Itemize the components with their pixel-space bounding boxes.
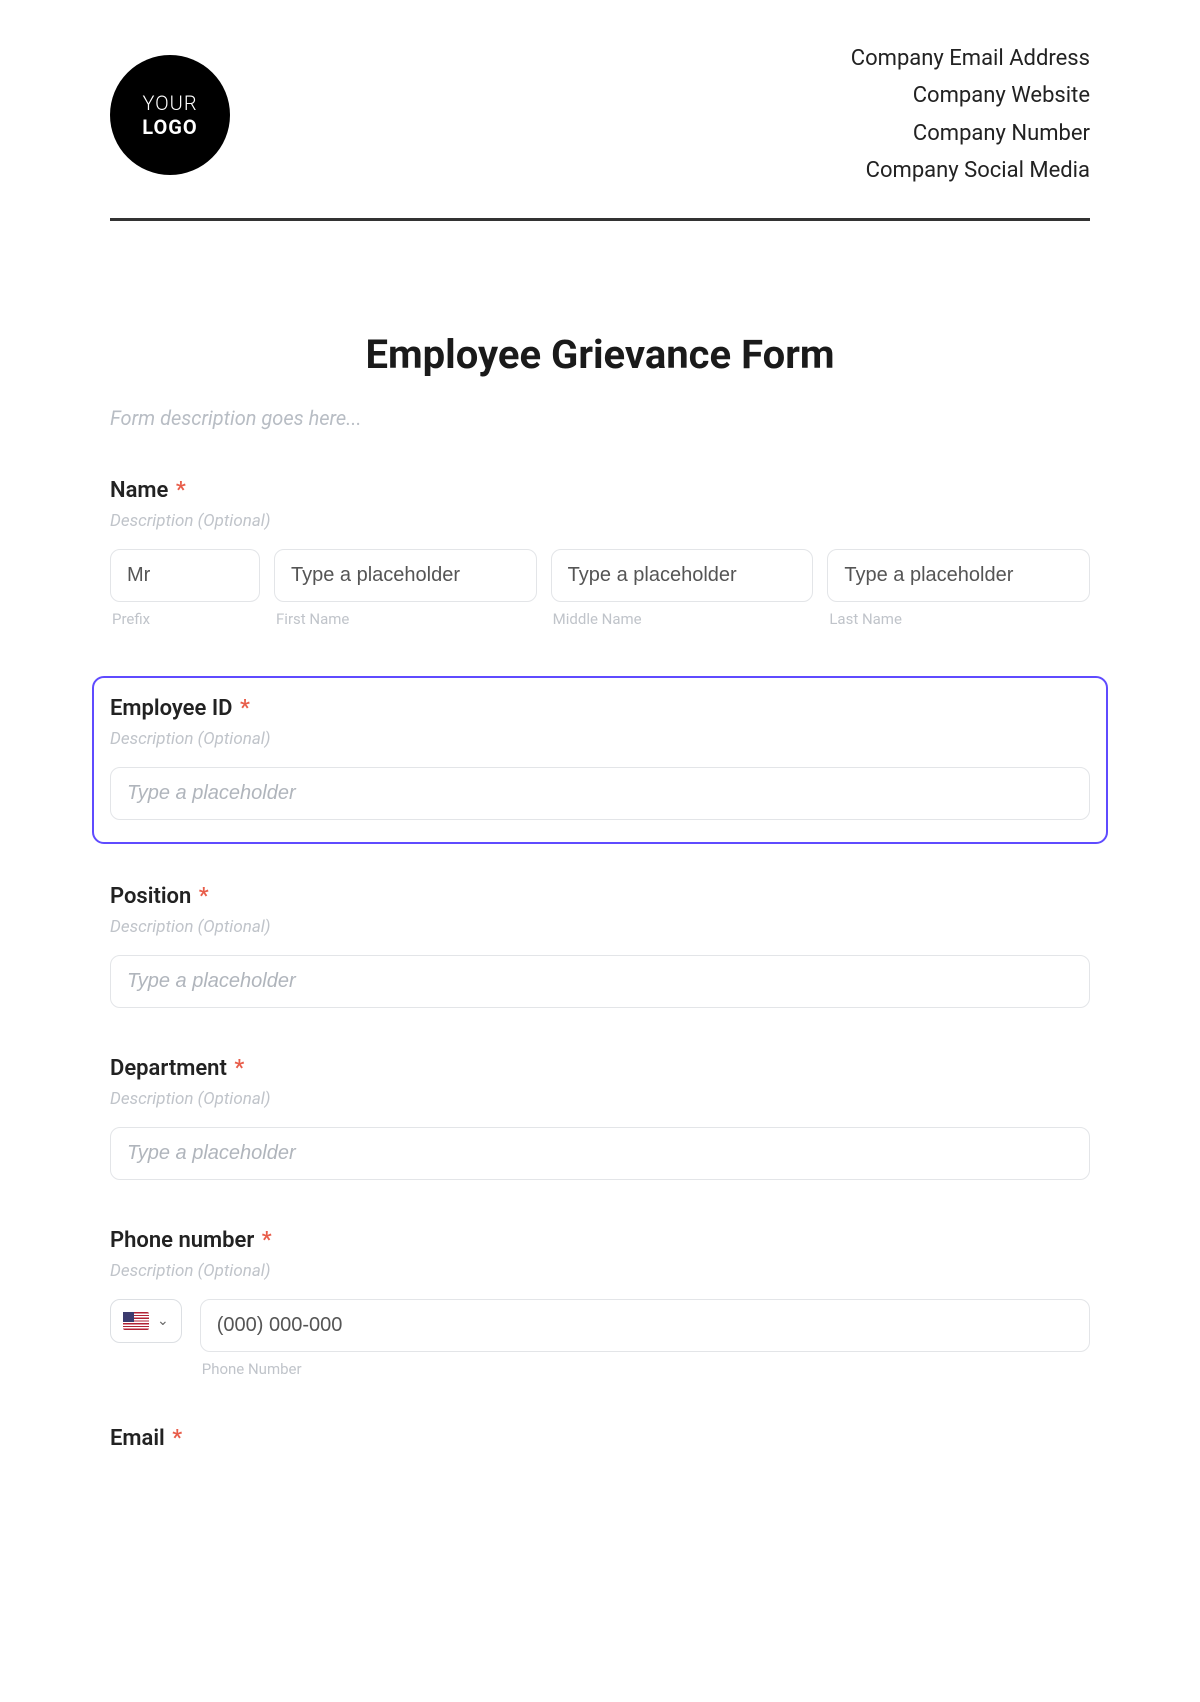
- required-mark: *: [199, 884, 209, 909]
- department-input[interactable]: [110, 1127, 1090, 1180]
- field-phone: Phone number * Description (Optional) ⌄ …: [110, 1228, 1090, 1378]
- required-mark: *: [262, 1228, 272, 1253]
- sub-department: Description (Optional): [110, 1089, 1090, 1109]
- field-name: Name * Description (Optional) Prefix Fir…: [110, 478, 1090, 628]
- label-employee-id: Employee ID *: [110, 696, 1090, 721]
- sub-position: Description (Optional): [110, 917, 1090, 937]
- company-info: Company Email Address Company Website Co…: [851, 40, 1090, 190]
- label-phone: Phone number *: [110, 1228, 1090, 1253]
- company-number: Company Number: [851, 115, 1090, 152]
- chevron-down-icon: ⌄: [157, 1313, 169, 1329]
- sublabel-prefix: Prefix: [110, 610, 260, 628]
- company-social: Company Social Media: [851, 152, 1090, 189]
- label-department: Department *: [110, 1056, 1090, 1081]
- label-position: Position *: [110, 884, 1090, 909]
- form-description[interactable]: Form description goes here...: [110, 406, 1090, 430]
- last-name-input[interactable]: [827, 549, 1090, 602]
- field-position: Position * Description (Optional): [110, 884, 1090, 1008]
- company-website: Company Website: [851, 77, 1090, 114]
- field-email: Email *: [110, 1426, 1090, 1451]
- field-department: Department * Description (Optional): [110, 1056, 1090, 1180]
- prefix-input[interactable]: [110, 549, 260, 602]
- page-header: YOUR LOGO Company Email Address Company …: [110, 40, 1090, 221]
- sublabel-first: First Name: [274, 610, 537, 628]
- required-mark: *: [240, 696, 250, 721]
- sub-name: Description (Optional): [110, 511, 1090, 531]
- sub-phone: Description (Optional): [110, 1261, 1090, 1281]
- sub-employee-id: Description (Optional): [110, 729, 1090, 749]
- country-code-select[interactable]: ⌄: [110, 1299, 182, 1343]
- required-mark: *: [176, 478, 186, 503]
- field-employee-id[interactable]: Employee ID * Description (Optional): [92, 676, 1108, 844]
- position-input[interactable]: [110, 955, 1090, 1008]
- required-mark: *: [172, 1426, 182, 1451]
- middle-name-input[interactable]: [551, 549, 814, 602]
- employee-id-input[interactable]: [110, 767, 1090, 820]
- form-title: Employee Grievance Form: [110, 331, 1090, 378]
- sublabel-last: Last Name: [827, 610, 1090, 628]
- logo-placeholder: YOUR LOGO: [110, 55, 230, 175]
- phone-input[interactable]: [200, 1299, 1090, 1352]
- label-name: Name *: [110, 478, 1090, 503]
- logo-text-line1: YOUR: [142, 91, 197, 115]
- sublabel-middle: Middle Name: [551, 610, 814, 628]
- sublabel-phone: Phone Number: [200, 1360, 1090, 1378]
- logo-text-line2: LOGO: [142, 115, 197, 139]
- first-name-input[interactable]: [274, 549, 537, 602]
- label-email: Email *: [110, 1426, 1090, 1451]
- us-flag-icon: [123, 1312, 149, 1330]
- required-mark: *: [234, 1056, 244, 1081]
- company-email: Company Email Address: [851, 40, 1090, 77]
